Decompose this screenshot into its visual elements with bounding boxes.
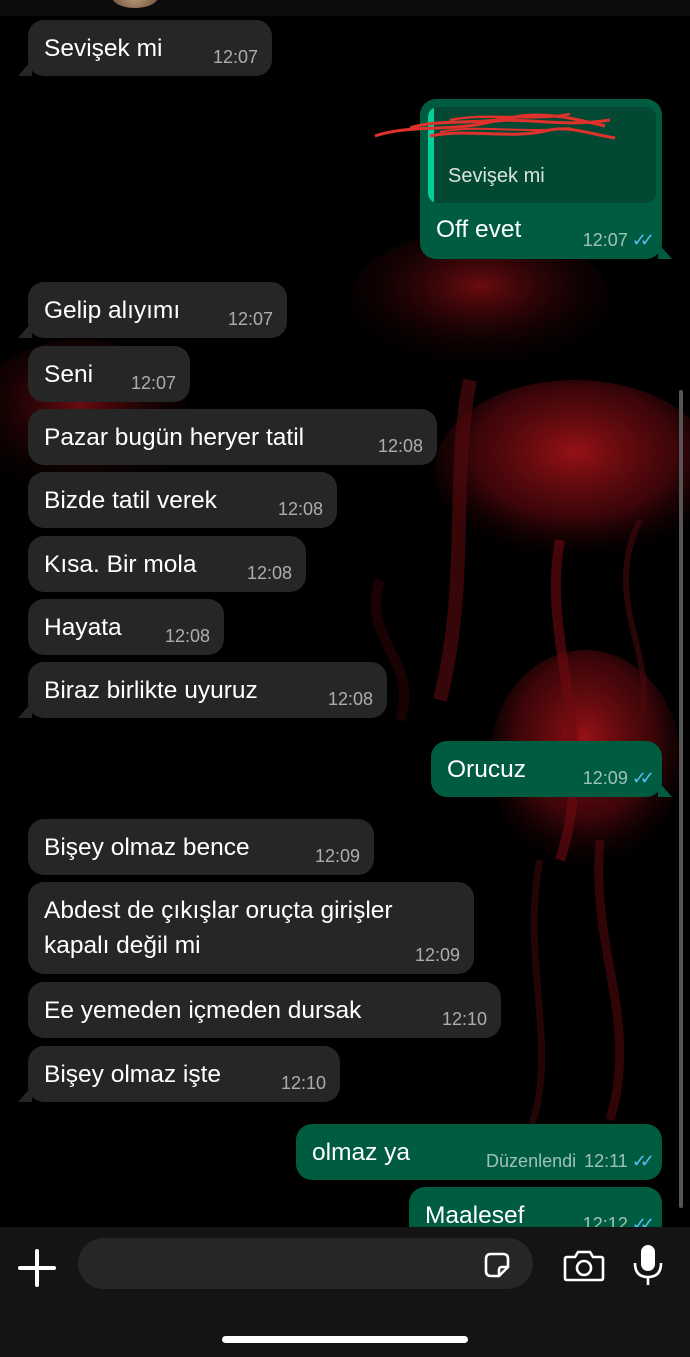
message-text: Gelip alıyımı	[44, 297, 181, 324]
quoted-text: Sevişek mi	[448, 165, 545, 187]
message-time: 12:07	[130, 373, 176, 393]
message-time: 12:08	[277, 499, 323, 519]
double-check-icon: ✓✓	[631, 230, 655, 250]
message-incoming[interactable]: Ee yemeden içmeden dursak 12:10	[28, 982, 501, 1038]
message-outgoing[interactable]: Maalesef 12:12 ✓✓	[409, 1187, 662, 1227]
message-status: 12:12 ✓✓	[582, 1214, 655, 1227]
sticker-icon[interactable]	[482, 1250, 512, 1280]
message-time: 12:07	[212, 47, 258, 67]
message-text: Off evet	[436, 216, 522, 243]
message-time: 12:10	[280, 1073, 326, 1093]
message-time: 12:10	[441, 1009, 487, 1029]
message-time: 12:07	[227, 309, 273, 329]
message-incoming[interactable]: Kısa. Bir mola 12:08	[28, 536, 306, 592]
home-indicator	[222, 1336, 468, 1343]
message-text: Maalesef	[425, 1202, 525, 1227]
message-list[interactable]: Sevişek mi 12:07 Sevişek mi Off evet 12:…	[0, 0, 690, 1227]
message-text-line: kapalı değil mi	[44, 932, 201, 959]
message-time: 12:08	[246, 563, 292, 583]
scrollbar[interactable]	[679, 390, 683, 1208]
message-text: Sevişek mi	[44, 35, 163, 62]
message-time: 12:08	[377, 436, 423, 456]
message-incoming[interactable]: Sevişek mi 12:07	[18, 20, 272, 76]
compose-bar	[0, 1227, 690, 1357]
message-text: Ee yemeden içmeden dursak	[44, 997, 362, 1024]
message-incoming[interactable]: Bizde tatil verek 12:08	[28, 472, 337, 528]
message-text: olmaz ya	[312, 1139, 411, 1166]
message-time: 12:08	[164, 626, 210, 646]
message-status: 12:07 ✓✓	[582, 230, 655, 251]
message-text: Hayata	[44, 614, 122, 641]
message-input[interactable]	[78, 1238, 533, 1289]
message-incoming[interactable]: Bişey olmaz işte 12:10	[18, 1046, 340, 1102]
double-check-icon: ✓✓	[631, 768, 655, 788]
message-text: Orucuz	[447, 756, 526, 783]
message-incoming[interactable]: Bişey olmaz bence 12:09	[28, 819, 374, 875]
message-text-line: Abdest de çıkışlar oruçta girişler	[44, 897, 393, 924]
message-time: 12:09	[414, 945, 460, 965]
message-outgoing[interactable]: Orucuz 12:09 ✓✓	[431, 741, 672, 797]
edited-label: Düzenlendi	[486, 1151, 577, 1171]
plus-icon[interactable]	[18, 1247, 60, 1289]
message-text: Pazar bugün heryer tatil	[44, 424, 305, 451]
message-incoming[interactable]: Gelip alıyımı 12:07	[18, 282, 287, 338]
message-text: Bizde tatil verek	[44, 487, 217, 514]
message-incoming[interactable]: Biraz birlikte uyuruz 12:08	[18, 662, 387, 718]
message-status: Düzenlendi 12:11 ✓✓	[486, 1151, 655, 1172]
message-time: 12:12	[582, 1214, 628, 1227]
double-check-icon: ✓✓	[631, 1214, 655, 1227]
microphone-icon[interactable]	[631, 1243, 665, 1287]
message-text: Biraz birlikte uyuruz	[44, 677, 258, 704]
message-incoming[interactable]: Seni 12:07	[28, 346, 190, 402]
redaction-scribble	[374, 112, 616, 140]
message-incoming[interactable]: Hayata 12:08	[28, 599, 224, 655]
message-text: Bişey olmaz bence	[44, 834, 250, 861]
message-text: Kısa. Bir mola	[44, 551, 197, 578]
message-time: 12:08	[327, 689, 373, 709]
message-incoming[interactable]: Abdest de çıkışlar oruçta girişler kapal…	[28, 882, 474, 974]
message-incoming[interactable]: Pazar bugün heryer tatil 12:08	[28, 409, 437, 465]
message-time: 12:09	[314, 846, 360, 866]
message-outgoing[interactable]: olmaz ya Düzenlendi 12:11 ✓✓	[296, 1124, 662, 1180]
message-time: 12:11	[584, 1151, 628, 1171]
message-text: Bişey olmaz işte	[44, 1061, 222, 1088]
message-status: 12:09 ✓✓	[582, 768, 655, 789]
camera-icon[interactable]	[563, 1248, 605, 1282]
double-check-icon: ✓✓	[631, 1151, 655, 1171]
message-time: 12:07	[582, 230, 628, 250]
message-time: 12:09	[582, 768, 628, 788]
message-text: Seni	[44, 361, 94, 388]
